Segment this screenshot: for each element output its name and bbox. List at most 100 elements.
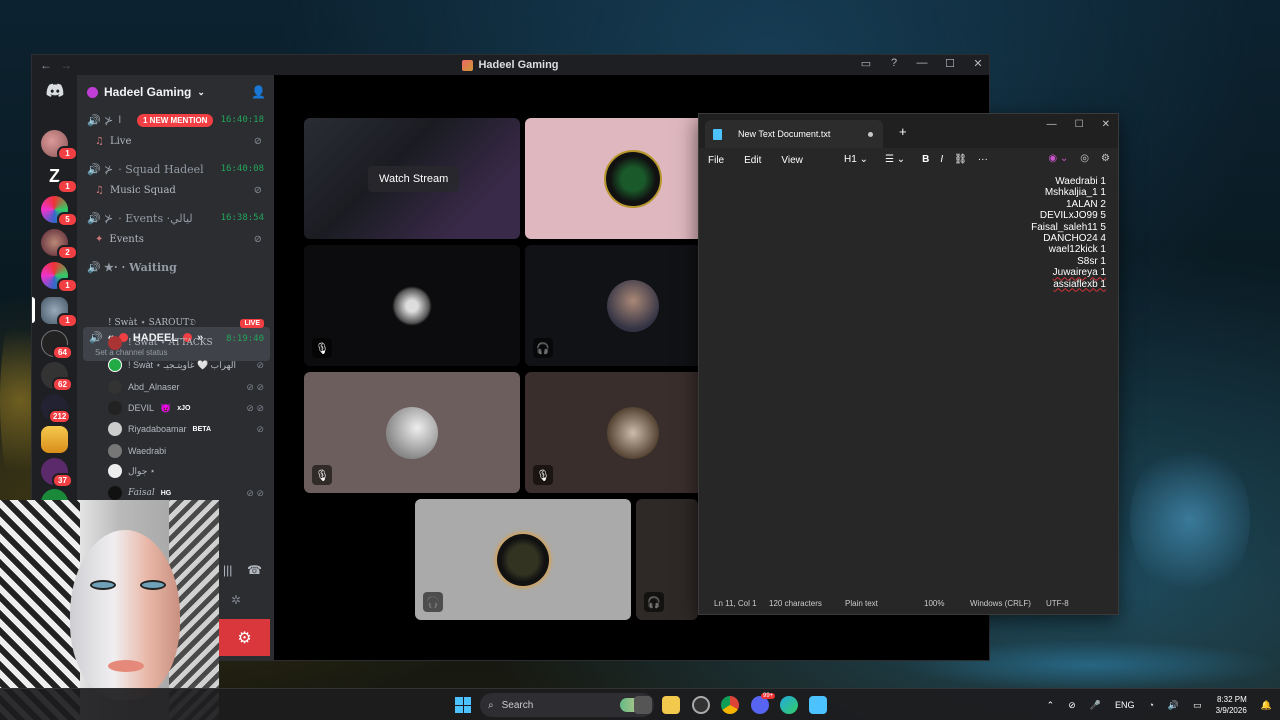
sound-bars-icon[interactable]: |||	[223, 563, 232, 577]
voice-member[interactable]: ! Swàt ⋆ SAROUT𝔇 LIVE	[108, 314, 268, 332]
forward-arrow-icon[interactable]: →	[60, 58, 72, 72]
video-tile[interactable]: 🎙	[304, 245, 520, 366]
voice-member[interactable]: ! Swàt ⋆ الهراب 🤍 غاويتـجيـ ⊘	[108, 356, 268, 374]
char-count: 120 characters	[769, 598, 822, 608]
document-tab[interactable]: New Text Document.txt	[705, 120, 883, 148]
voice-member[interactable]: Riyadaboamar BETA ⊘	[108, 420, 268, 438]
voice-member[interactable]: ! Swàt ⋆ ATTACKS	[108, 334, 268, 352]
voice-member[interactable]: Waedrabi	[108, 442, 268, 460]
discord-logo-icon[interactable]	[46, 83, 64, 97]
chevron-up-icon[interactable]: ⌃	[1047, 700, 1055, 711]
help-icon[interactable]: ?	[887, 57, 901, 70]
voice-member[interactable]: جوال ⋆	[108, 462, 268, 480]
voice-channel[interactable]: 🔊 ⊁ I 1 NEW MENTION 16:40:18	[87, 111, 268, 129]
heading-dropdown[interactable]: H1 ⌄	[844, 154, 868, 165]
text-line: Waedrabi 1	[1055, 176, 1106, 187]
video-tile[interactable]: 🎧	[415, 499, 631, 620]
new-tab-button[interactable]: +	[899, 124, 907, 139]
menu-edit[interactable]: Edit	[744, 155, 761, 166]
server-icon[interactable]	[41, 426, 68, 453]
edge-icon[interactable]	[780, 696, 798, 714]
sub-channel[interactable]: ♫ Live ⊘	[95, 132, 266, 150]
speaker-icon: 🔊	[87, 261, 101, 274]
bold-icon[interactable]: B	[922, 154, 929, 165]
maximize-icon[interactable]: ☐	[943, 57, 957, 70]
speaker-icon: 🔊	[87, 114, 101, 127]
minimize-icon[interactable]: —	[1047, 119, 1057, 130]
watch-stream-button[interactable]: Watch Stream	[368, 166, 460, 192]
windows-start-icon[interactable]	[455, 697, 471, 713]
muted-deafened-icon: ⊘ ⊘	[246, 381, 264, 392]
maximize-icon[interactable]: ☐	[1075, 119, 1084, 130]
disconnect-icon[interactable]: ☎	[247, 563, 262, 577]
notification-badge: 212	[48, 409, 72, 424]
notification-bell-icon[interactable]: 🔔	[1261, 700, 1272, 711]
channel-separator: ⊁	[104, 114, 114, 127]
zoom-level[interactable]: 100%	[924, 599, 944, 608]
sub-channel[interactable]: ♫ Music Squad ⊘	[95, 181, 266, 199]
avatar	[108, 358, 122, 372]
stream-tile[interactable]: Watch Stream	[304, 118, 520, 239]
cursor-position: Ln 11, Col 1	[714, 598, 757, 608]
language-indicator[interactable]: ENG	[1115, 700, 1135, 710]
tab-bar: New Text Document.txt + — ☐ ✕	[699, 114, 1118, 148]
menu-file[interactable]: File	[708, 155, 724, 166]
muted-deafened-icon: ⊘ ⊘	[246, 487, 264, 498]
menu-view[interactable]: View	[781, 155, 803, 166]
italic-icon[interactable]: I	[940, 154, 943, 165]
face	[70, 530, 180, 700]
deafened-icon: 🎧	[533, 338, 553, 358]
volume-icon[interactable]: 🔊	[1168, 700, 1179, 711]
unsaved-dot-icon[interactable]	[868, 131, 873, 137]
account-icon[interactable]: ◎	[1080, 153, 1089, 164]
speaker-icon: 🔊	[89, 332, 103, 344]
file-type[interactable]: Plain text	[845, 599, 878, 608]
close-icon[interactable]: ✕	[1102, 119, 1110, 130]
file-explorer-icon[interactable]	[662, 696, 680, 714]
avatar	[108, 444, 122, 458]
more-icon[interactable]: ···	[978, 154, 988, 165]
minimize-icon[interactable]: —	[915, 57, 929, 70]
search-box[interactable]: ⌕ Search	[480, 693, 654, 717]
back-arrow-icon[interactable]: ←	[40, 58, 52, 72]
selected-indicator	[32, 297, 35, 323]
voice-member[interactable]: DEVIL 😈 xJO ⊘ ⊘	[108, 399, 268, 417]
close-icon[interactable]: ✕	[971, 57, 985, 70]
list-dropdown-icon[interactable]: ☰ ⌄	[885, 154, 905, 165]
add-member-icon[interactable]: 👤	[251, 85, 266, 99]
clock[interactable]: 8:32 PM 3/9/2026	[1216, 694, 1247, 716]
battery-icon[interactable]: ▭	[1193, 700, 1202, 711]
system-tray: ⌃ ⊘ 🎤 ENG ◔ 🔊 ▭ 8:32 PM 3/9/2026 🔔	[1047, 689, 1272, 720]
app-icon[interactable]	[692, 696, 710, 714]
settings-gear-icon[interactable]: ⚙	[1101, 153, 1110, 164]
mention-badge[interactable]: 1 NEW MENTION	[137, 113, 214, 127]
soundboard-icon[interactable]: ✲	[231, 593, 241, 607]
copilot-icon[interactable]: ◉ ⌄	[1048, 153, 1068, 164]
chrome-icon[interactable]	[721, 696, 739, 714]
wifi-icon[interactable]: ◔	[1148, 700, 1153, 710]
gear-icon[interactable]: ⚙	[219, 619, 270, 656]
document-text[interactable]: Waedrabi 1 Mshkaljia_1 1 1ALAN 2 DEVILxJ…	[1031, 176, 1106, 290]
network-icon[interactable]: ⊘	[1068, 700, 1076, 711]
microphone-icon[interactable]: 🎤	[1090, 700, 1101, 711]
encoding[interactable]: UTF-8	[1046, 599, 1069, 608]
voice-channel[interactable]: 🔊 ★· · Waiting	[87, 258, 268, 276]
avatar	[108, 380, 122, 394]
muted-mic-icon: 🎙	[533, 465, 553, 485]
line-ending[interactable]: Windows (CRLF)	[970, 599, 1031, 608]
notepad-icon[interactable]	[809, 696, 827, 714]
voice-channel[interactable]: 🔊 ⊁ · Events ·ليالي 16:38:54	[87, 209, 268, 227]
task-view-icon[interactable]	[634, 696, 652, 714]
taskbar: ⌕ Search 99+ ⌃ ⊘ 🎤 ENG ◔ 🔊 ▭ 8:32 PM 3/9…	[0, 688, 1280, 720]
search-icon: ⌕	[488, 699, 494, 711]
voice-channel[interactable]: 🔊 ⊁ · Squad Hadeel 16:40:08	[87, 160, 268, 178]
inbox-icon[interactable]: ▭	[859, 57, 873, 70]
video-tile[interactable]: 🎙	[304, 372, 520, 493]
avatar	[497, 533, 549, 586]
link-icon[interactable]: ⛓	[954, 154, 967, 165]
sub-channel[interactable]: ✦ Events ⊘	[95, 230, 266, 248]
video-tile[interactable]: 🎧	[636, 499, 698, 620]
server-header[interactable]: Hadeel Gaming ⌄ 👤	[77, 75, 274, 109]
channel-separator: ⊁	[104, 212, 114, 225]
voice-member[interactable]: Abd_Alnaser ⊘ ⊘	[108, 378, 268, 396]
